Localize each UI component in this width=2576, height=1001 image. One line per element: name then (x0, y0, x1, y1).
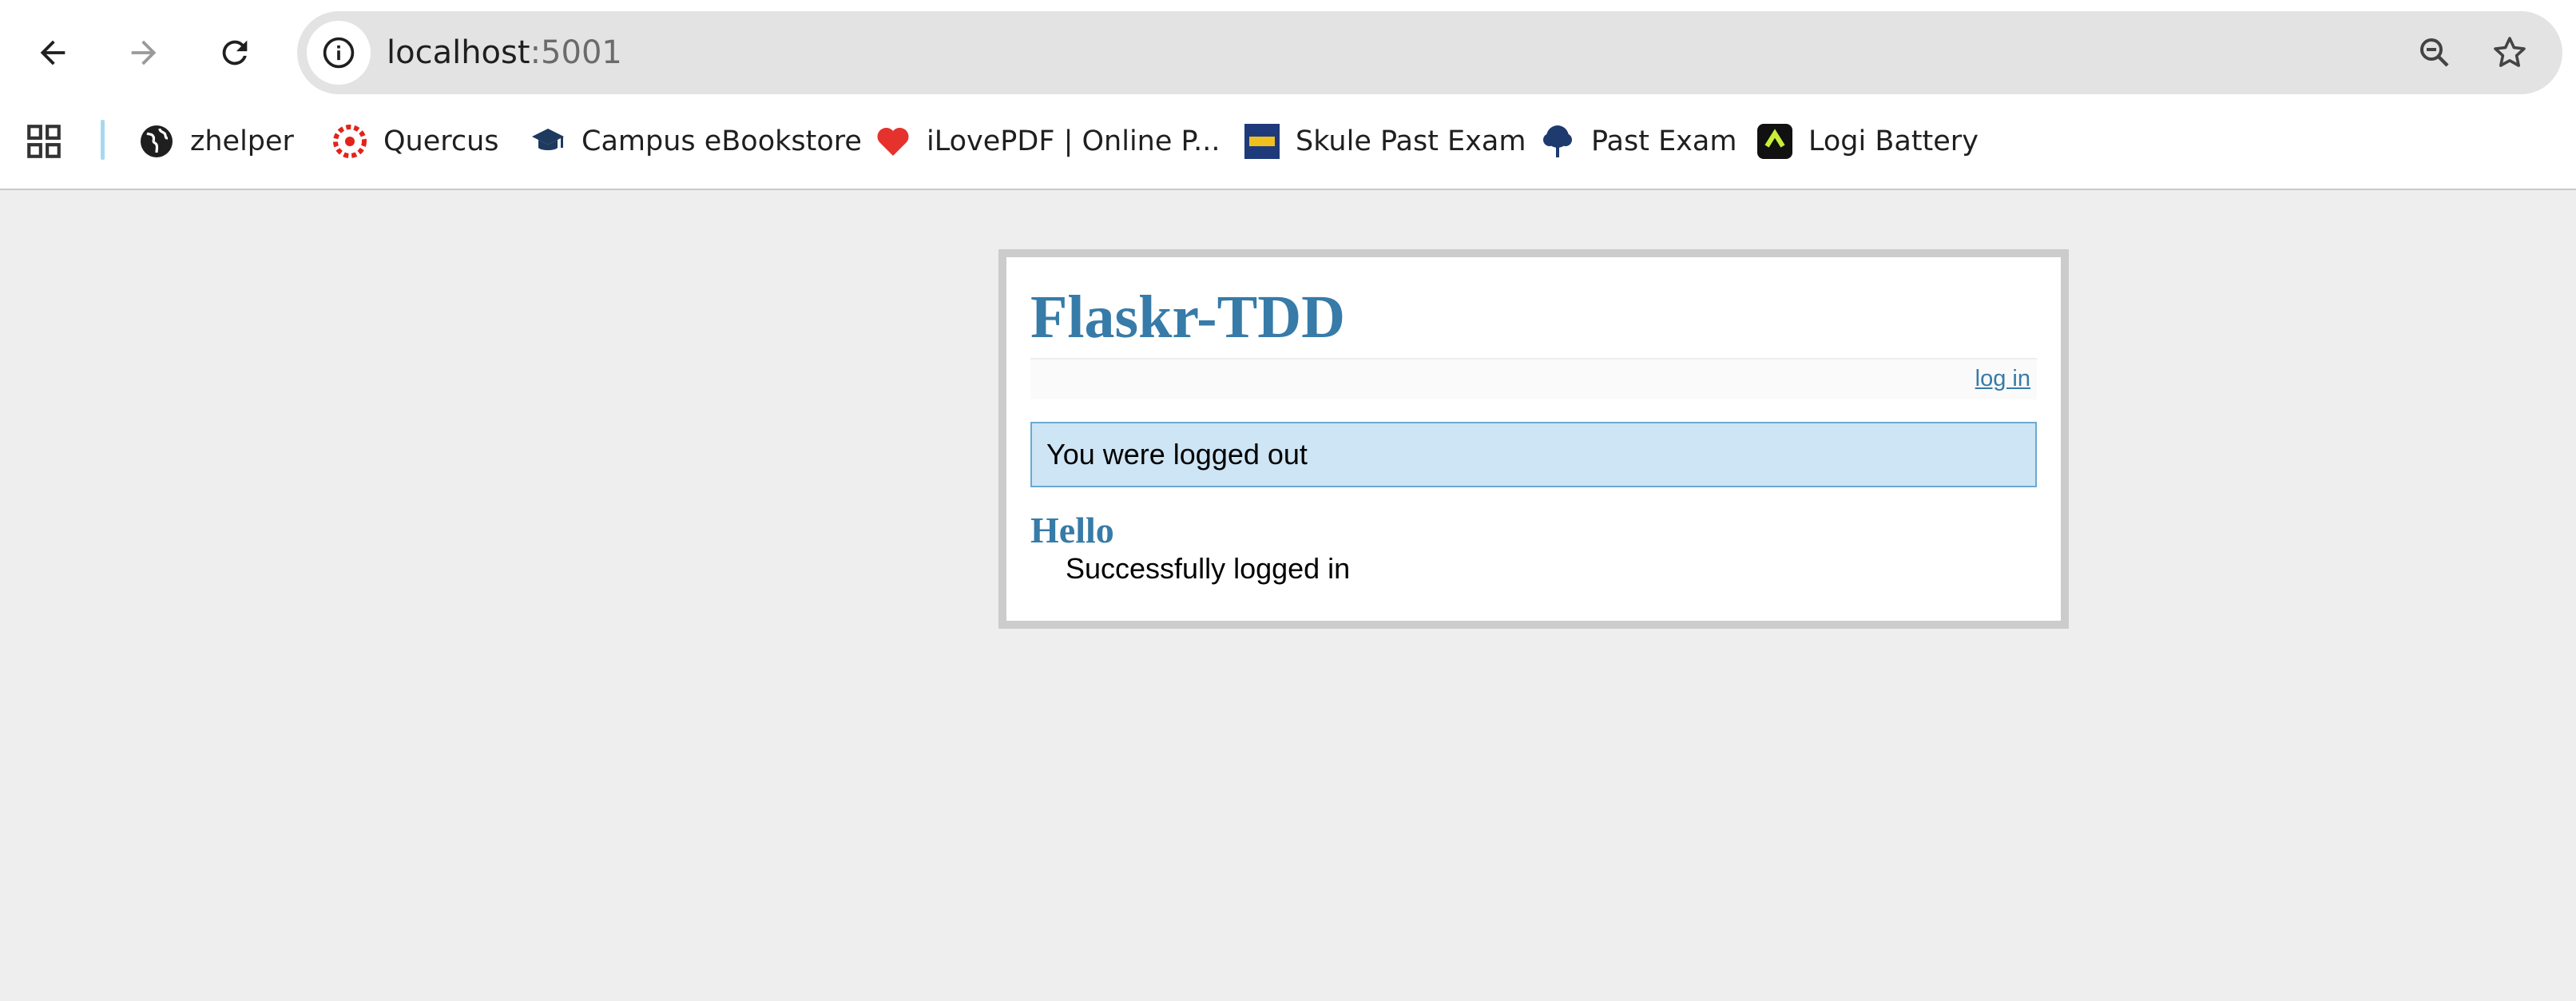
bookmark-label: iLovePDF | Online P... (927, 125, 1221, 157)
flaskr-page: Flaskr-TDD log in You were logged out He… (998, 249, 2069, 629)
url-text[interactable]: localhost:5001 (387, 11, 622, 94)
star-icon (2494, 37, 2526, 67)
logi-icon (1756, 122, 1794, 161)
zoom-button[interactable] (2411, 29, 2459, 77)
mortarboard-icon (529, 122, 567, 161)
entries-list: Hello Successfully logged in (1030, 510, 2037, 586)
reload-button[interactable] (204, 22, 265, 83)
arrow-left-icon (40, 40, 65, 66)
bookmark-campus-ebookstore[interactable]: Campus eBookstore (529, 117, 862, 166)
site-info-button[interactable] (307, 21, 371, 85)
forward-button[interactable] (113, 22, 174, 83)
bookmark-past-exam[interactable]: Past Exam (1538, 117, 1737, 166)
url-host: localhost (387, 34, 530, 71)
reload-icon (222, 40, 248, 66)
entry-item: Hello Successfully logged in (1030, 510, 2037, 586)
login-link[interactable]: log in (1975, 366, 2030, 391)
back-button[interactable] (22, 22, 83, 83)
quercus-icon (331, 122, 369, 161)
apps-grid-icon (27, 125, 61, 158)
arrow-right-icon (131, 40, 157, 66)
globe-icon (137, 122, 176, 161)
bookmark-label: zhelper (190, 125, 294, 157)
entry-text: Successfully logged in (1066, 552, 1351, 585)
bookmark-label: Campus eBookstore (581, 125, 862, 157)
bookmark-zhelper[interactable]: zhelper (137, 117, 294, 166)
bookmark-logi-battery[interactable]: Logi Battery (1756, 117, 1979, 166)
bookmark-quercus[interactable]: Quercus (331, 117, 499, 166)
entry-title: Hello (1030, 510, 1114, 550)
skule-icon (1243, 122, 1281, 161)
browser-chrome: localhost:5001 zhelper Quercus Campus e… (0, 0, 2576, 190)
ilovepdf-heart-icon (874, 122, 912, 161)
bookmark-ilovepdf[interactable]: iLovePDF | Online P... (874, 117, 1221, 166)
bookmark-label: Past Exam (1591, 125, 1737, 157)
zoom-out-icon (2420, 38, 2449, 67)
url-port: :5001 (530, 34, 622, 71)
bookmark-skule-past-exam[interactable]: Skule Past Exam (1243, 117, 1526, 166)
flash-message: You were logged out (1030, 422, 2037, 487)
page-title: Flaskr-TDD (1030, 284, 1346, 351)
bookmark-label: Skule Past Exam (1296, 125, 1526, 157)
bookmark-label: Logi Battery (1808, 125, 1979, 157)
bookmarks-separator (101, 120, 105, 160)
bookmark-label: Quercus (383, 125, 499, 157)
bookmark-star-button[interactable] (2486, 29, 2534, 77)
tree-icon (1538, 122, 1577, 161)
bookmarks-bar: zhelper Quercus Campus eBookstore iLoveP… (0, 113, 2576, 169)
address-bar[interactable]: localhost:5001 (297, 11, 2562, 94)
info-icon (323, 37, 355, 69)
apps-button[interactable] (24, 121, 64, 161)
metanav: log in (1030, 358, 2037, 399)
